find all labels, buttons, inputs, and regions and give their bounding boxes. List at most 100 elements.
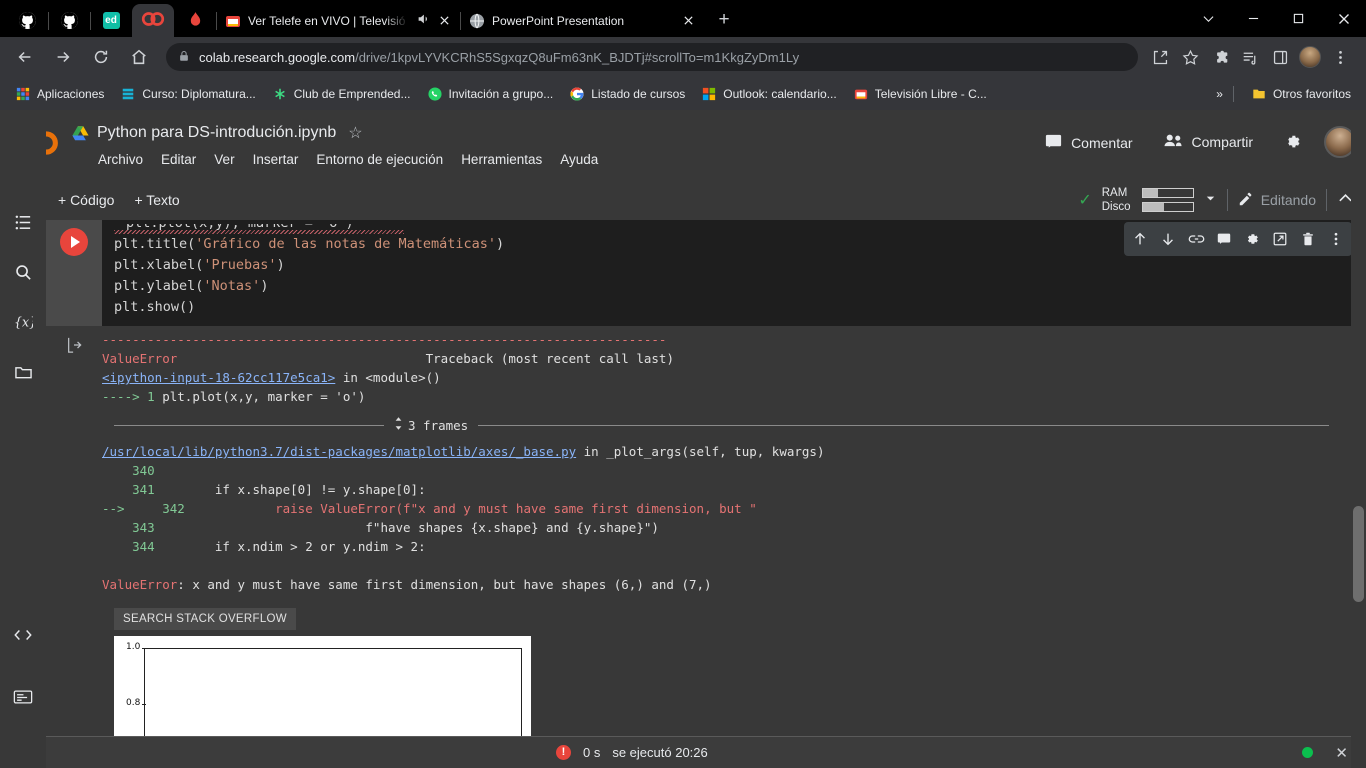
run-cell-button[interactable] — [60, 228, 88, 256]
bookmark-label: Club de Emprended... — [293, 86, 411, 101]
search-icon[interactable] — [6, 255, 40, 289]
code-line-xlabel: plt.xlabel('Pruebas') — [114, 257, 285, 273]
colab-tab[interactable] — [132, 4, 174, 37]
extensions-icon[interactable] — [1206, 43, 1234, 71]
file-path-link[interactable]: /usr/local/lib/python3.7/dist-packages/m… — [102, 444, 576, 459]
tab-strip: ed Ver Telefe en VIVO | Televisió PowerP… — [0, 0, 1366, 37]
line-code: raise ValueError(f"x and y must have sam… — [184, 501, 757, 516]
line-number: 342 — [132, 501, 185, 516]
cell-output: ----------------------------------------… — [46, 326, 1366, 741]
move-cell-up-icon[interactable] — [1127, 226, 1153, 252]
notebook-scroll-region[interactable]: plt.plot(x,y), marker = 'o') plt.title('… — [46, 220, 1366, 768]
tab-audio-icon[interactable] — [416, 12, 430, 29]
bookmark-label: Curso: Diplomatura... — [142, 86, 256, 101]
frames-divider[interactable]: 3 frames — [114, 416, 1329, 434]
star-icon[interactable] — [1176, 43, 1204, 71]
open-in-new-tab-icon[interactable] — [1267, 226, 1293, 252]
pinned-tabs: ed — [0, 0, 217, 37]
connected-indicator — [1302, 747, 1314, 758]
bookmark-invitacion-grupo[interactable]: Invitación a grupo... — [420, 82, 561, 106]
move-cell-down-icon[interactable] — [1155, 226, 1181, 252]
menu-kebab-icon[interactable] — [1326, 43, 1354, 71]
bookmark-label: Televisión Libre - C... — [874, 86, 987, 101]
left-rail: {x} — [0, 110, 46, 768]
side-panel-icon[interactable] — [1266, 43, 1294, 71]
error-name: ValueError — [102, 351, 178, 366]
divider-dashes: ----------------------------------------… — [102, 332, 667, 347]
minimize-button[interactable] — [1231, 0, 1276, 37]
traceback-file-line: /usr/local/lib/python3.7/dist-packages/m… — [102, 442, 1366, 461]
traceback-divider: ----------------------------------------… — [102, 330, 1366, 349]
reload-button[interactable] — [86, 42, 116, 72]
close-status-bar-button[interactable]: ✕ — [1335, 744, 1348, 762]
other-bookmarks-label: Otros favoritos — [1272, 86, 1351, 101]
search-stack-overflow-button[interactable]: SEARCH STACK OVERFLOW — [114, 608, 296, 630]
forward-button[interactable] — [48, 42, 78, 72]
frames-toggle[interactable]: 3 frames — [394, 416, 468, 434]
microsoft-icon — [701, 86, 717, 102]
link-icon[interactable] — [1183, 226, 1209, 252]
maximize-button[interactable] — [1276, 0, 1321, 37]
expand-frames-icon — [394, 416, 403, 434]
edutin-tab[interactable]: ed — [90, 4, 133, 37]
line-code: f"have shapes {x.shape} and {y.shape}") — [154, 520, 659, 535]
tv-icon — [225, 13, 241, 29]
bookmarks-right: » Otros favoritos — [1216, 82, 1358, 106]
output-body: ----------------------------------------… — [102, 326, 1366, 741]
bookmark-label: Listado de cursos — [591, 86, 686, 101]
reading-list-icon[interactable] — [1236, 43, 1264, 71]
new-tab-button[interactable]: + — [710, 6, 738, 34]
folder-icon — [1251, 86, 1267, 102]
error-icon: ! — [556, 745, 571, 760]
bookmark-club-emprendedores[interactable]: Club de Emprended... — [265, 82, 418, 106]
files-folder-icon[interactable] — [6, 355, 40, 389]
close-tab-icon[interactable] — [681, 13, 696, 28]
profile-avatar[interactable] — [1296, 43, 1324, 71]
telefe-tab[interactable]: Ver Telefe en VIVO | Televisió — [216, 4, 461, 37]
line-number: 344 — [102, 539, 155, 554]
line-number: 341 — [102, 482, 155, 497]
other-bookmarks-folder[interactable]: Otros favoritos — [1244, 82, 1358, 106]
address-bar[interactable]: colab.research.google.com/drive/1kpvLYVK… — [166, 43, 1138, 71]
share-icon[interactable] — [1146, 43, 1174, 71]
execution-duration: 0 s — [583, 745, 601, 760]
lock-icon — [178, 50, 190, 65]
bookmark-listado-cursos[interactable]: Listado de cursos — [562, 82, 692, 106]
source-line-340: 340 — [102, 461, 1366, 480]
cell-settings-icon[interactable] — [1239, 226, 1265, 252]
traceback-arrow-line: ----> 1 plt.plot(x,y, marker = 'o') — [102, 387, 1366, 406]
variables-icon[interactable]: {x} — [6, 305, 40, 339]
bookmark-outlook-calendario[interactable]: Outlook: calendario... — [694, 82, 843, 106]
error-name: ValueError — [102, 577, 178, 592]
bookmark-curso-diplomatura[interactable]: Curso: Diplomatura... — [113, 82, 262, 106]
final-error-line: ValueError: x and y must have same first… — [102, 575, 1366, 594]
table-of-contents-icon[interactable] — [6, 205, 40, 239]
code-cell: plt.plot(x,y), marker = 'o') plt.title('… — [46, 220, 1366, 326]
status-center: ! 0 s se ejecutó 20:26 — [556, 745, 708, 760]
code-editor[interactable]: plt.plot(x,y), marker = 'o') plt.title('… — [102, 220, 1366, 326]
delete-cell-icon[interactable] — [1295, 226, 1321, 252]
bookmark-television-libre[interactable]: Televisión Libre - C... — [846, 82, 994, 106]
flame-tab[interactable] — [174, 4, 217, 37]
close-tab-icon[interactable] — [437, 13, 452, 28]
code-snippets-icon[interactable] — [6, 618, 40, 652]
window-controls — [1186, 0, 1366, 37]
github-tab-2[interactable] — [48, 4, 91, 37]
line-number: 343 — [102, 520, 155, 535]
notebook-vertical-scrollbar[interactable] — [1351, 110, 1366, 768]
file-path-suffix: in _plot_args(self, tup, kwargs) — [576, 444, 825, 459]
terminal-icon[interactable] — [6, 680, 40, 714]
divider — [1232, 85, 1234, 102]
bookmarks-overflow-button[interactable]: » — [1216, 87, 1223, 101]
powerpoint-tab[interactable]: PowerPoint Presentation — [460, 4, 704, 37]
github-icon — [18, 12, 36, 29]
close-window-button[interactable] — [1321, 0, 1366, 37]
comment-icon[interactable] — [1211, 226, 1237, 252]
bookmark-apps[interactable]: Aplicaciones — [8, 82, 111, 106]
github-tab-1[interactable] — [6, 4, 49, 37]
input-ref-link[interactable]: <ipython-input-18-62cc117e5ca1> — [102, 370, 335, 385]
back-button[interactable] — [10, 42, 40, 72]
home-button[interactable] — [124, 42, 154, 72]
more-options-icon[interactable] — [1323, 226, 1349, 252]
tab-search-chevron-icon[interactable] — [1186, 0, 1231, 37]
